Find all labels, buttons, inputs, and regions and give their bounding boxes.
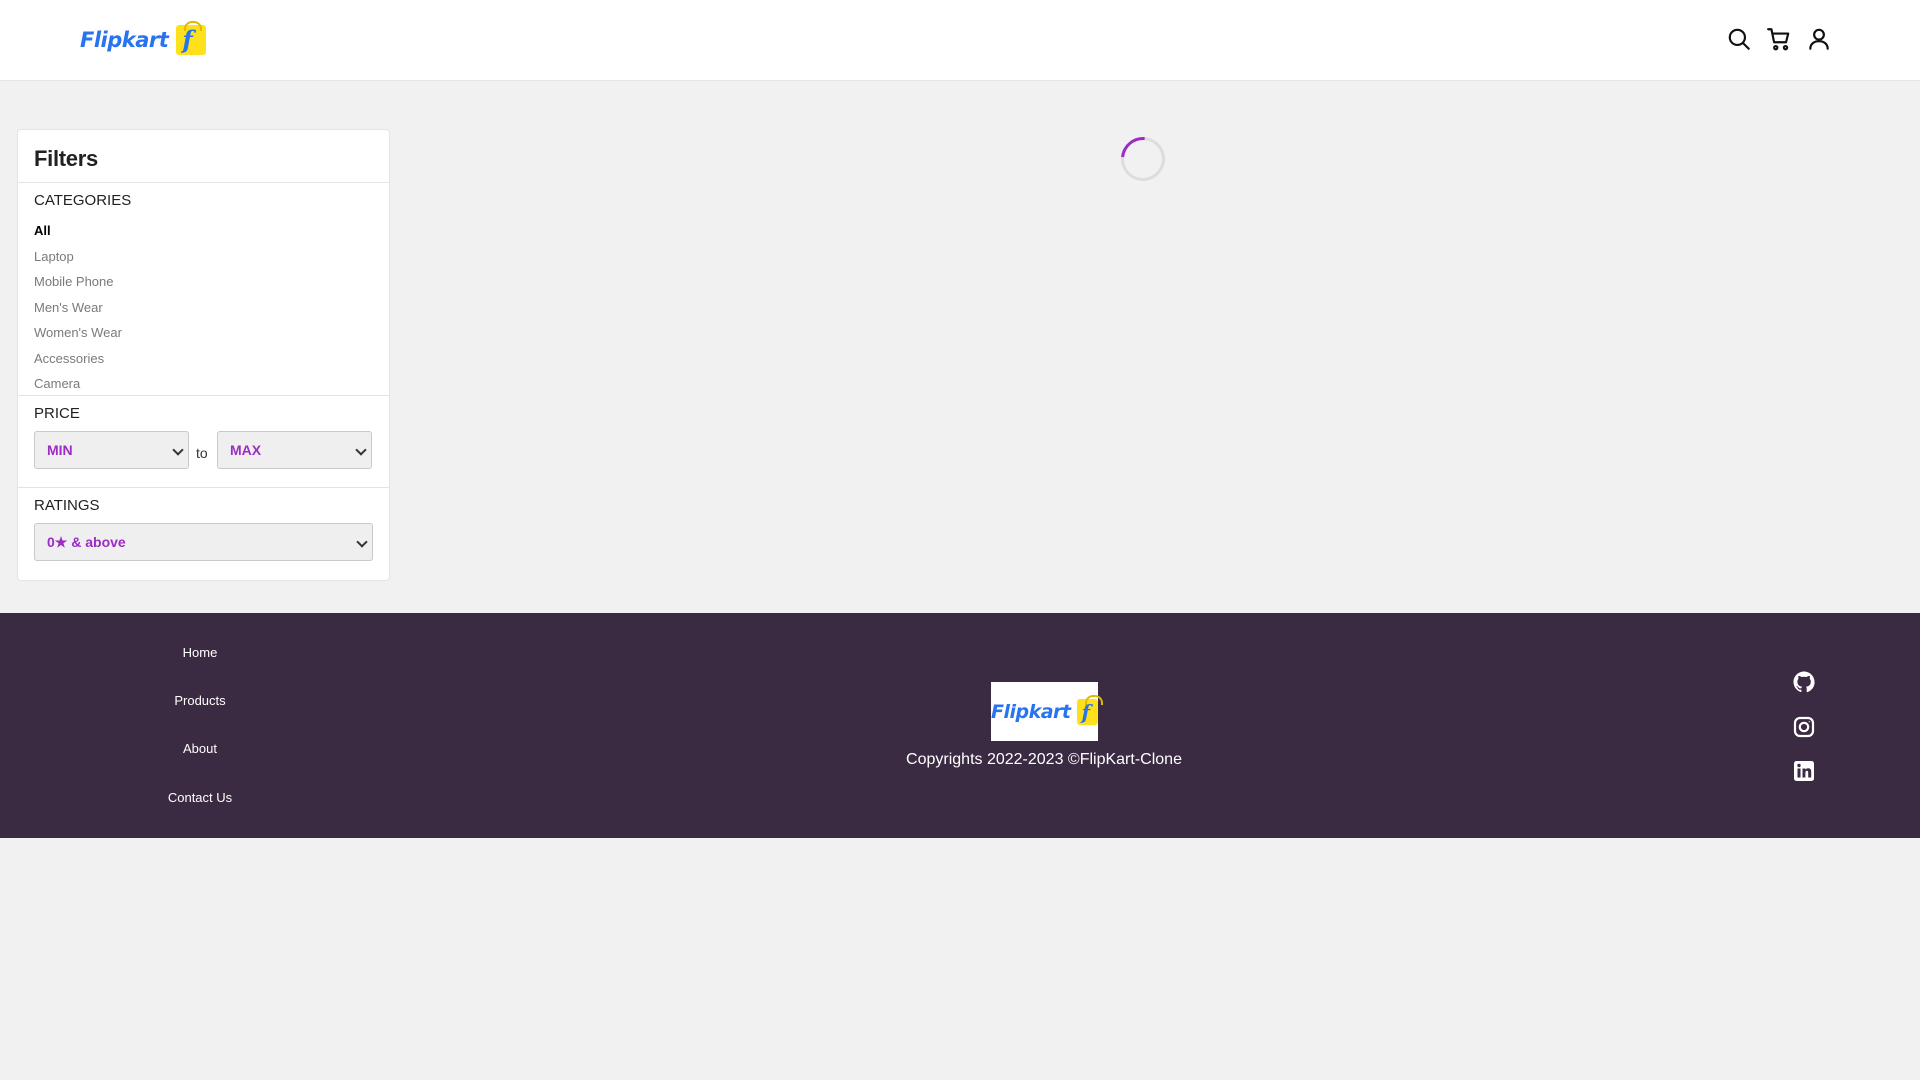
category-list: All Laptop Mobile Phone Men's Wear Women… xyxy=(34,218,122,397)
top-navbar: Flipkart f xyxy=(0,0,1920,81)
logo-text: Flipkart xyxy=(80,28,169,52)
category-item-laptop[interactable]: Laptop xyxy=(34,244,122,270)
footer-link-home[interactable]: Home xyxy=(0,645,400,660)
filters-title: Filters xyxy=(34,146,98,171)
footer-link-contact-us[interactable]: Contact Us xyxy=(0,790,400,805)
footer-logo-text: Flipkart xyxy=(991,700,1071,723)
search-icon[interactable] xyxy=(1726,26,1752,52)
divider xyxy=(18,182,389,183)
chevron-down-icon xyxy=(356,536,368,548)
shopping-bag-logo-icon: f xyxy=(1076,694,1103,725)
nav-icons xyxy=(1726,26,1832,52)
cart-icon[interactable] xyxy=(1766,26,1792,52)
footer: Home Products About Contact Us Flipkart … xyxy=(0,613,1920,838)
footer-link-products[interactable]: Products xyxy=(0,693,400,708)
flipkart-logo[interactable]: Flipkart f xyxy=(80,21,207,56)
ratings-title: RATINGS xyxy=(34,497,100,514)
shopping-bag-logo-icon: f xyxy=(176,21,207,55)
price-min-select[interactable]: MIN xyxy=(34,431,189,469)
instagram-icon[interactable] xyxy=(1792,715,1816,739)
user-icon[interactable] xyxy=(1806,26,1832,52)
divider xyxy=(18,487,389,488)
copyright-text: Copyrights 2022-2023 ©FlipKart-Clone xyxy=(906,751,1182,768)
price-title: PRICE xyxy=(34,405,80,422)
price-to-label: to xyxy=(196,445,208,461)
price-min-value: MIN xyxy=(47,442,73,458)
chevron-down-icon xyxy=(355,444,367,456)
category-item-camera[interactable]: Camera xyxy=(34,371,122,397)
category-item-accessories[interactable]: Accessories xyxy=(34,346,122,372)
filters-panel: Filters CATEGORIES All Laptop Mobile Pho… xyxy=(17,129,390,581)
footer-logo[interactable]: Flipkart f xyxy=(991,682,1103,741)
ratings-value: 0★ & above xyxy=(47,534,126,550)
github-icon[interactable] xyxy=(1792,670,1816,694)
linkedin-icon[interactable] xyxy=(1792,759,1816,783)
category-item-all[interactable]: All xyxy=(34,218,122,244)
category-item-mobile-phone[interactable]: Mobile Phone xyxy=(34,269,122,295)
divider xyxy=(18,395,389,396)
categories-title: CATEGORIES xyxy=(34,192,132,209)
ratings-select[interactable]: 0★ & above xyxy=(34,523,373,561)
loading-spinner xyxy=(1112,128,1174,190)
category-item-womens-wear[interactable]: Women's Wear xyxy=(34,320,122,346)
chevron-down-icon xyxy=(172,444,184,456)
price-max-select[interactable]: MAX xyxy=(217,431,372,469)
category-item-mens-wear[interactable]: Men's Wear xyxy=(34,295,122,321)
price-max-value: MAX xyxy=(230,442,262,458)
